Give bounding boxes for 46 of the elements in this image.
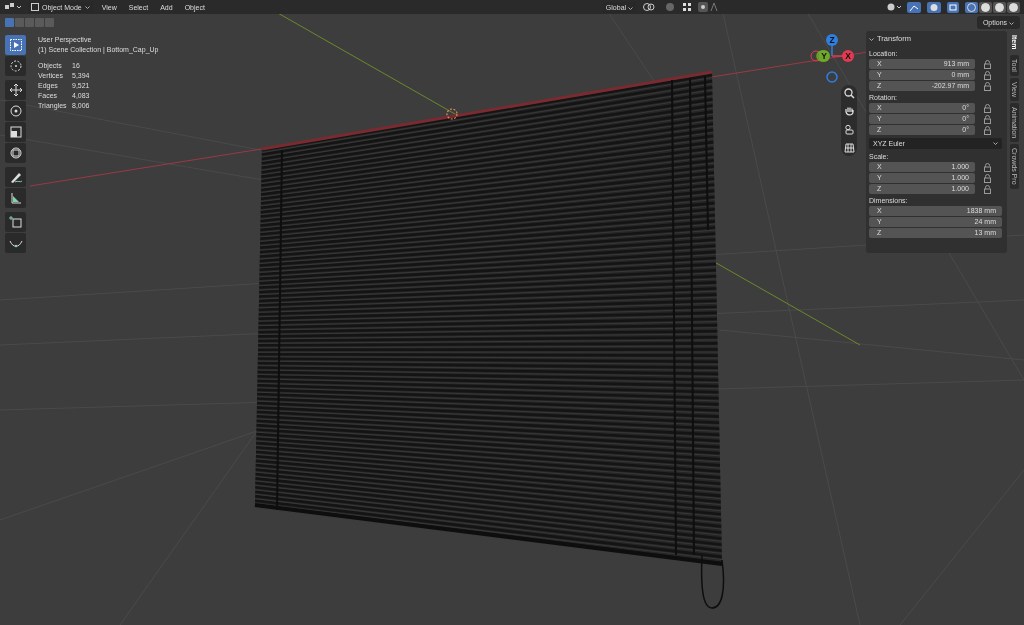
cursor-icon: [8, 59, 23, 73]
scale-icon: [8, 125, 23, 139]
caret-icon: [628, 6, 634, 10]
tool-button[interactable]: [5, 167, 26, 187]
caret-icon: [1009, 22, 1014, 25]
lock-icon[interactable]: [984, 125, 991, 135]
axis-label[interactable]: X: [842, 50, 854, 62]
lock-icon[interactable]: [984, 103, 991, 113]
select-icon: [8, 38, 23, 52]
lock-icon[interactable]: [984, 184, 991, 194]
annotate-icon: [8, 170, 23, 184]
shading-mode-icon[interactable]: [965, 1, 978, 13]
tool-button[interactable]: [5, 122, 26, 142]
editor-type-icon[interactable]: [4, 2, 22, 12]
add-cube-icon: [8, 215, 23, 229]
caret-icon[interactable]: [869, 37, 874, 41]
axis-label[interactable]: Z: [826, 34, 838, 46]
axis-label[interactable]: Y: [818, 50, 830, 62]
shading-mode-icon[interactable]: [1007, 1, 1020, 13]
tool-button[interactable]: [5, 233, 26, 253]
tool-button[interactable]: [5, 80, 26, 100]
snap-grid-icon[interactable]: [682, 2, 693, 12]
caret-icon: [84, 5, 90, 9]
shading-mode-icon[interactable]: [979, 1, 992, 13]
tool-button[interactable]: [5, 101, 26, 121]
lock-icon[interactable]: [984, 59, 991, 69]
tool-button[interactable]: [5, 56, 26, 76]
origin-icon: [446, 108, 458, 120]
rotate-icon: [8, 104, 23, 118]
lock-icon[interactable]: [984, 173, 991, 183]
zoom-icon[interactable]: [843, 88, 855, 99]
measure-icon: [8, 191, 23, 205]
transform-icon: [8, 146, 23, 160]
lock-icon[interactable]: [984, 162, 991, 172]
tool-button[interactable]: [5, 188, 26, 208]
move-icon: [8, 83, 23, 97]
lock-icon[interactable]: [984, 81, 991, 91]
visibility-icon[interactable]: [885, 2, 901, 12]
grid-view-icon[interactable]: [843, 142, 855, 153]
shading-mode-icon[interactable]: [993, 1, 1006, 13]
overlay-toggle-icon[interactable]: [927, 1, 941, 13]
lock-icon[interactable]: [984, 114, 991, 124]
tool-button[interactable]: [5, 143, 26, 163]
lock-icon[interactable]: [984, 70, 991, 80]
tool-button[interactable]: [5, 35, 26, 55]
caret-icon: [993, 142, 998, 145]
